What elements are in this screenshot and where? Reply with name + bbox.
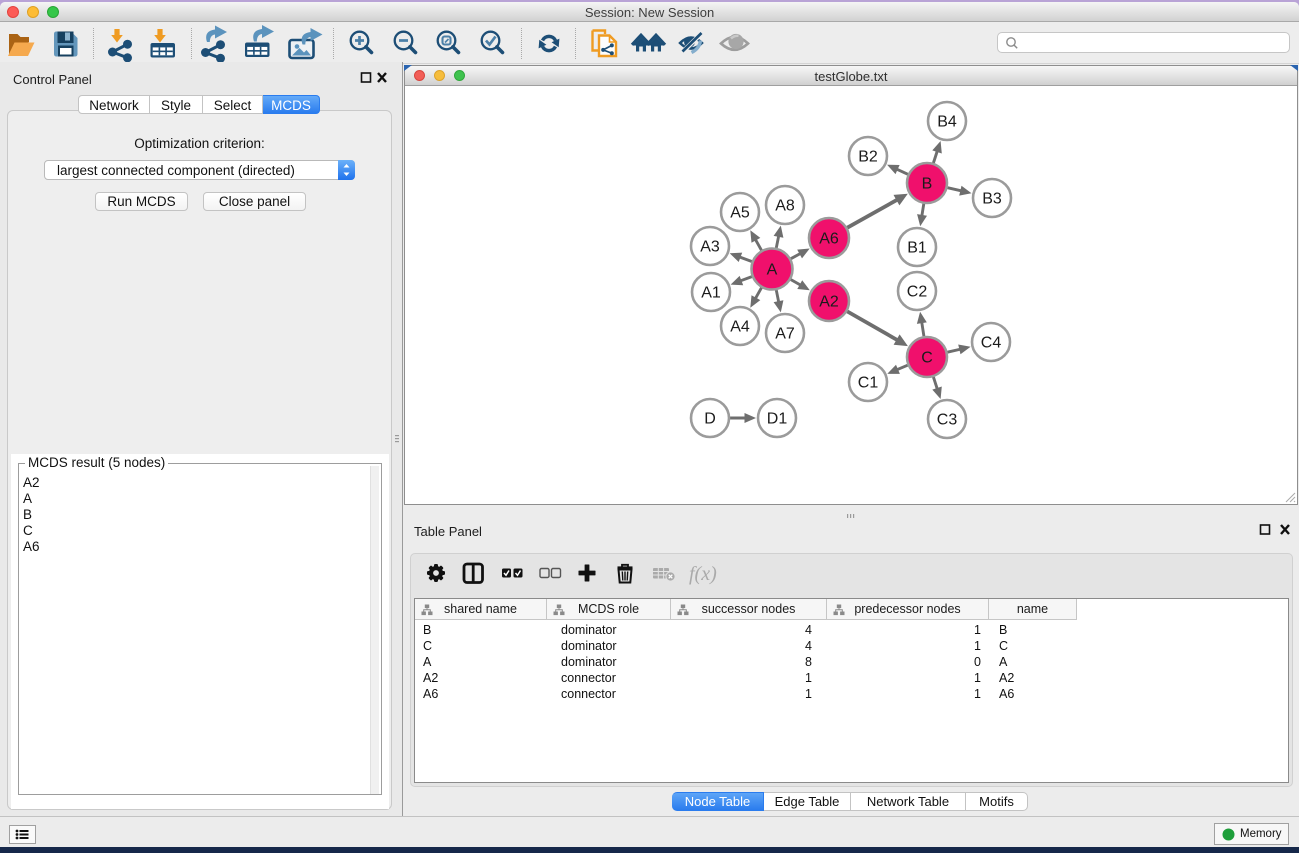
svg-text:C2: C2 <box>907 284 928 301</box>
svg-text:A2: A2 <box>819 294 839 311</box>
svg-text:A8: A8 <box>775 198 795 215</box>
svg-text:A: A <box>767 262 778 279</box>
svg-text:B3: B3 <box>982 191 1002 208</box>
svg-text:A4: A4 <box>730 319 750 336</box>
svg-text:C4: C4 <box>981 335 1002 352</box>
svg-text:B4: B4 <box>937 114 957 131</box>
svg-text:A5: A5 <box>730 205 750 222</box>
svg-text:B: B <box>922 176 933 193</box>
svg-text:A7: A7 <box>775 326 795 343</box>
svg-text:D: D <box>704 411 716 428</box>
svg-text:C3: C3 <box>937 412 958 429</box>
svg-text:D1: D1 <box>767 411 788 428</box>
svg-text:A6: A6 <box>819 231 839 248</box>
svg-text:f(x): f(x) <box>689 563 717 585</box>
svg-text:C: C <box>921 350 933 367</box>
svg-text:A3: A3 <box>700 239 720 256</box>
svg-text:C1: C1 <box>858 375 879 392</box>
svg-text:B2: B2 <box>858 149 878 166</box>
svg-text:A1: A1 <box>701 285 721 302</box>
svg-text:B1: B1 <box>907 240 927 257</box>
